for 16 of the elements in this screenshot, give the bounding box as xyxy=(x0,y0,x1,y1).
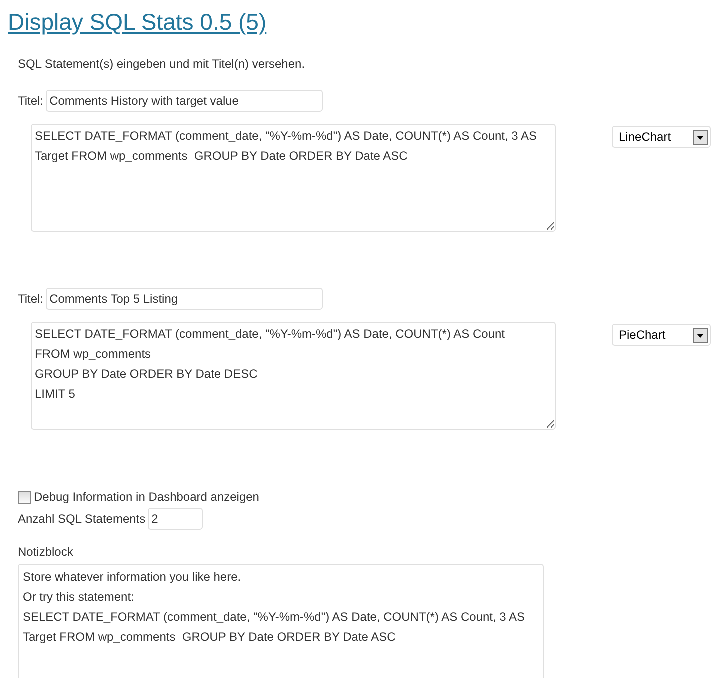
statement-count-input[interactable]: 2 xyxy=(148,508,203,530)
title-input[interactable]: Comments Top 5 Listing xyxy=(46,288,323,310)
intro-text: SQL Statement(s) eingeben und mit Titel(n) versehen. xyxy=(18,56,306,72)
notes-label: Notizblock xyxy=(18,544,74,560)
notes-textarea[interactable]: Store whatever information you like here. Or try this statement: SELECT DATE_FORMAT (comment_date, "%Y-%m-%d") AS Date, COUNT(*) AS Count, 3 AS Target FROM wp_comments GROUP BY Date ORDER BY Date ASC xyxy=(18,564,544,678)
title-input[interactable]: Comments History with target value xyxy=(46,90,323,112)
title-label: Titel: xyxy=(18,94,44,108)
debug-label: Debug Information in Dashboard anzeigen xyxy=(34,490,260,504)
chart-type-dropdown[interactable]: LineChart xyxy=(612,126,711,148)
sql-textarea[interactable]: SELECT DATE_FORMAT (comment_date, "%Y-%m-%d") AS Date, COUNT(*) AS Count, 3 AS Target FROM wp_comments GROUP BY Date ORDER BY Date ASC xyxy=(31,124,556,232)
title-label: Titel: xyxy=(18,292,44,306)
page-title-link[interactable]: Display SQL Stats 0.5 (5) xyxy=(8,8,267,36)
statement-count-label: Anzahl SQL Statements xyxy=(18,512,146,526)
sql-textarea[interactable]: SELECT DATE_FORMAT (comment_date, "%Y-%m-%d") AS Date, COUNT(*) AS Count FROM wp_comments GROUP BY Date ORDER BY Date DESC LIMIT 5 xyxy=(31,322,556,430)
debug-checkbox[interactable] xyxy=(18,490,31,504)
chart-type-dropdown[interactable]: PieChart xyxy=(612,324,711,346)
